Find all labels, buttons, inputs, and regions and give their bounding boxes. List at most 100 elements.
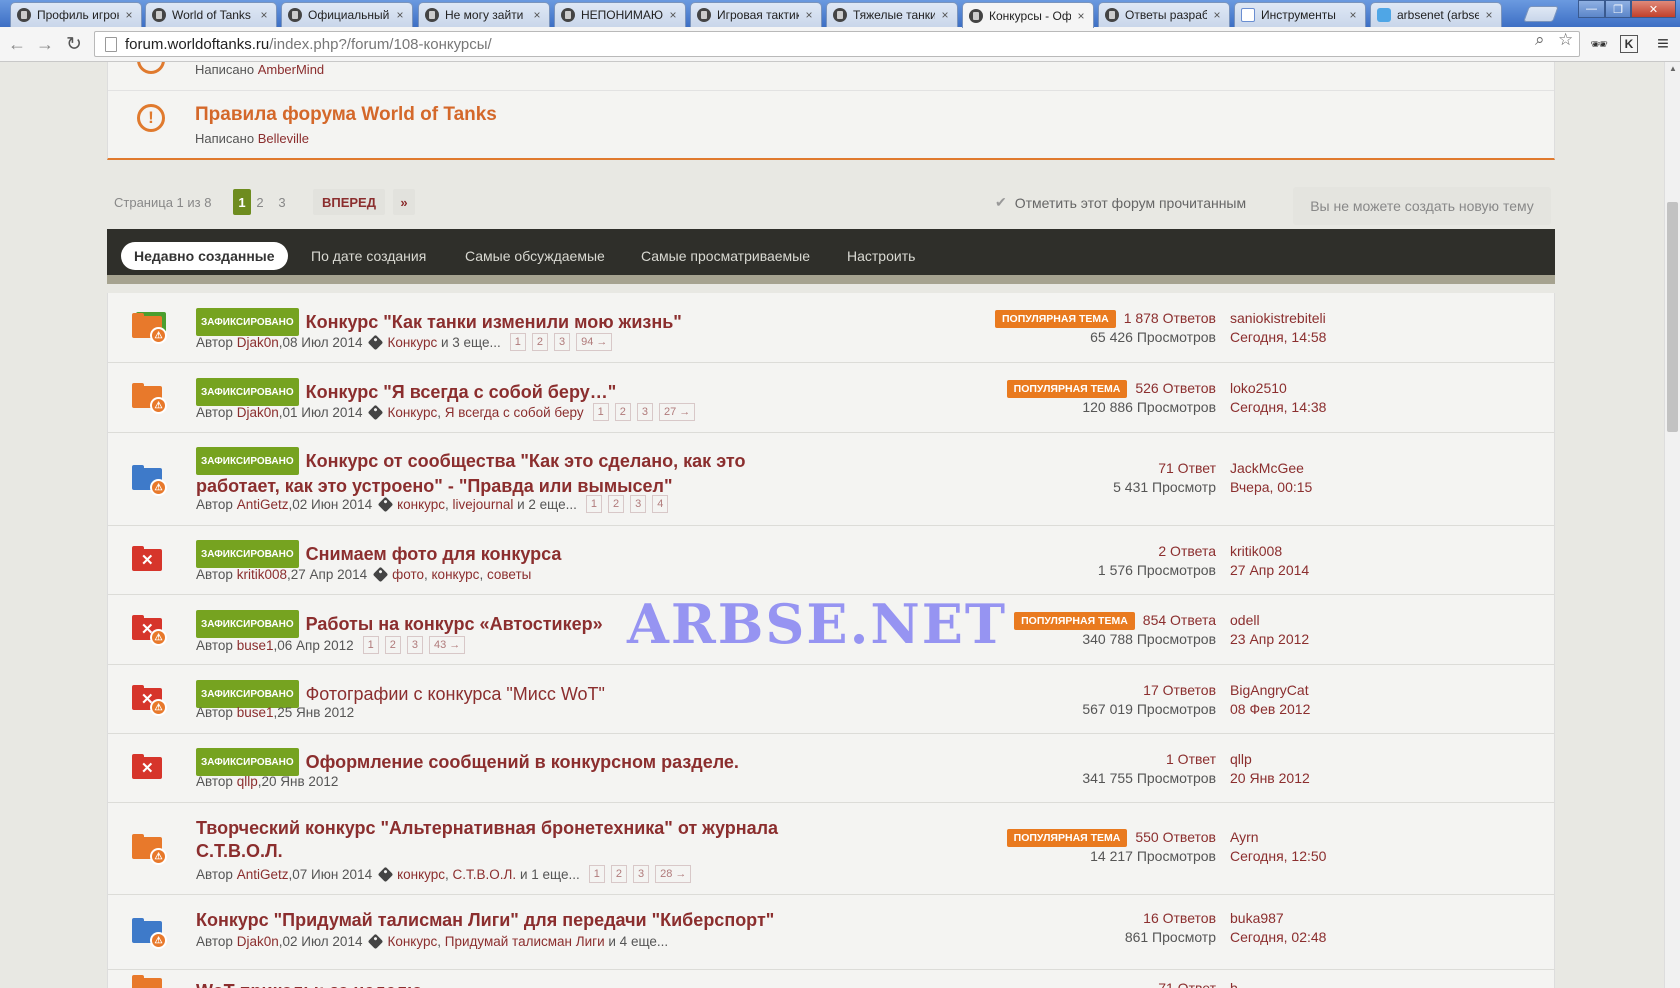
k-extension-icon[interactable]: K [1620, 35, 1638, 53]
zoom-icon[interactable]: ⌕ [1535, 30, 1545, 50]
incognito-extension-icon[interactable]: 🕶 [1588, 33, 1610, 55]
last-page-button[interactable]: » [393, 189, 415, 215]
topic-page-link[interactable]: 2 [384, 636, 401, 654]
browser-tab[interactable]: World of Tanks × [145, 2, 277, 27]
topic-title-link[interactable]: Фотографии с конкурса "Мисс WoT" [306, 684, 605, 704]
filter-tab[interactable]: По дате создания [298, 242, 439, 270]
author-link[interactable]: qllp [237, 774, 258, 789]
last-post-date-link[interactable]: Сегодня, 02:48 [1230, 929, 1326, 945]
topic-page-link[interactable]: 3 [406, 636, 424, 654]
topic-page-link[interactable]: 1 [585, 495, 603, 513]
tag-link[interactable]: Я всегда с собой беру [445, 405, 584, 420]
topic-page-link[interactable]: 3 [636, 403, 653, 421]
topic-title-link[interactable]: Конкурс "Придумай талисман Лиги" для пер… [196, 910, 774, 930]
filter-tab[interactable]: Настроить [834, 242, 928, 270]
forward-arrow-icon[interactable]: → [34, 33, 56, 55]
tag-link[interactable]: Конкурс [387, 405, 437, 420]
filter-tab[interactable]: Самые обсуждаемые [452, 242, 618, 270]
browser-tab[interactable]: Инструменты × [1234, 2, 1366, 27]
topic-title-link[interactable]: Оформление сообщений в конкурсном раздел… [306, 752, 739, 772]
announcement-author-link[interactable]: Belleville [258, 131, 309, 146]
topic-title-link[interactable]: Конкурс "Как танки изменили мою жизнь" [306, 312, 682, 332]
topic-page-link[interactable]: 28 → [655, 865, 692, 883]
topic-title-link[interactable]: Снимаем фото для конкурса [306, 544, 562, 564]
more-tags-link[interactable]: и 3 еще... [441, 335, 501, 350]
topic-title-link[interactable]: Конкурс "Я всегда с собой беру…" [306, 382, 617, 402]
tab-close-icon[interactable]: × [803, 8, 815, 22]
menu-icon[interactable]: ≡ [1652, 33, 1674, 55]
last-poster-link[interactable]: odell [1230, 612, 1260, 628]
browser-tab[interactable]: arbsenet (arbse × [1370, 2, 1502, 27]
topic-page-link[interactable]: 94 → [576, 333, 613, 351]
last-poster-link[interactable]: b [1230, 980, 1238, 988]
author-link[interactable]: Djak0n [237, 934, 279, 949]
topic-page-link[interactable]: 4 [652, 495, 669, 513]
tab-close-icon[interactable]: × [939, 8, 951, 22]
tab-close-icon[interactable]: × [1211, 8, 1223, 22]
last-post-date-link[interactable]: 27 Апр 2014 [1230, 562, 1309, 578]
tab-close-icon[interactable]: × [1483, 8, 1495, 22]
scroll-up-arrow-icon[interactable]: ▲ [1669, 64, 1677, 73]
topic-page-link[interactable]: 27 → [658, 403, 696, 421]
topic-title-link[interactable]: Творческий конкурс "Альтернативная броне… [196, 818, 778, 861]
last-poster-link[interactable]: JackMcGee [1230, 460, 1304, 476]
browser-tab[interactable]: Игровая тактика × [690, 2, 822, 27]
tab-close-icon[interactable]: × [1075, 9, 1087, 23]
topic-page-link[interactable]: 2 [608, 495, 625, 513]
last-poster-link[interactable]: loko2510 [1230, 380, 1287, 396]
last-poster-link[interactable]: kritik008 [1230, 543, 1282, 559]
topic-page-link[interactable]: 2 [610, 865, 627, 883]
topic-page-link[interactable]: 1 [362, 636, 379, 654]
last-post-date-link[interactable]: Сегодня, 14:58 [1230, 329, 1326, 345]
page-link[interactable]: 2 [251, 189, 269, 215]
tab-close-icon[interactable]: × [123, 8, 135, 22]
author-link[interactable]: kritik008 [237, 567, 287, 582]
browser-tab[interactable]: Не могу зайти × [418, 2, 550, 27]
next-page-button[interactable]: ВПЕРЕД [313, 189, 385, 215]
tag-link[interactable]: конкурс [397, 867, 445, 882]
scroll-thumb[interactable] [1667, 202, 1678, 432]
topic-page-link[interactable]: 2 [614, 403, 631, 421]
browser-tab[interactable]: Тяжелые танки × [826, 2, 958, 27]
last-post-date-link[interactable]: 20 Янв 2012 [1230, 770, 1310, 786]
last-post-date-link[interactable]: Сегодня, 14:38 [1230, 399, 1326, 415]
tab-close-icon[interactable]: × [667, 8, 679, 22]
tag-link[interactable]: конкурс [397, 497, 445, 512]
page-scrollbar[interactable]: ▲ [1664, 62, 1680, 988]
announcement-author-link[interactable]: AmberMind [258, 62, 324, 77]
tab-close-icon[interactable]: × [1347, 8, 1359, 22]
browser-tab[interactable]: Официальный × [281, 2, 413, 27]
last-poster-link[interactable]: BigAngryCat [1230, 682, 1309, 698]
tab-close-icon[interactable]: × [531, 8, 543, 22]
browser-tab[interactable]: НЕПОНИМАЮ × [554, 2, 686, 27]
author-link[interactable]: buse1 [237, 705, 274, 720]
filter-tab[interactable]: Недавно созданные [121, 242, 288, 270]
last-post-date-link[interactable]: Вчера, 00:15 [1230, 479, 1312, 495]
minimize-button[interactable]: — [1578, 0, 1605, 18]
star-icon[interactable]: ☆ [1558, 30, 1573, 50]
last-post-date-link[interactable]: Сегодня, 12:50 [1230, 848, 1326, 864]
tag-link[interactable]: Придумай талисман Лиги [445, 934, 605, 949]
author-link[interactable]: AntiGetz [237, 497, 289, 512]
tag-link[interactable]: конкурс [432, 567, 480, 582]
topic-page-link[interactable]: 2 [531, 333, 549, 351]
page-link[interactable]: 3 [273, 189, 291, 215]
browser-tab[interactable]: Профиль игрока × [10, 2, 142, 27]
tag-link[interactable]: фото [392, 567, 424, 582]
topic-page-link[interactable]: 1 [588, 865, 605, 883]
back-arrow-icon[interactable]: ← [6, 33, 28, 55]
browser-tab[interactable]: Конкурсы - Оф × [962, 2, 1094, 28]
tag-link[interactable]: советы [487, 567, 531, 582]
topic-page-link[interactable]: 3 [630, 495, 647, 513]
tag-link[interactable]: С.Т.В.О.Л. [453, 867, 517, 882]
tab-close-icon[interactable]: × [258, 8, 270, 22]
filter-tab[interactable]: Самые просматриваемые [628, 242, 823, 270]
maximize-button[interactable]: ❐ [1605, 0, 1631, 18]
more-tags-link[interactable]: и 4 еще... [608, 934, 668, 949]
tab-close-icon[interactable]: × [394, 8, 406, 22]
last-poster-link[interactable]: Ayrn [1230, 829, 1259, 845]
page-link-current[interactable]: 1 [233, 189, 251, 215]
last-post-date-link[interactable]: 23 Апр 2012 [1230, 631, 1309, 647]
tag-link[interactable]: Конкурс [387, 335, 437, 350]
topic-page-link[interactable]: 1 [592, 403, 609, 421]
